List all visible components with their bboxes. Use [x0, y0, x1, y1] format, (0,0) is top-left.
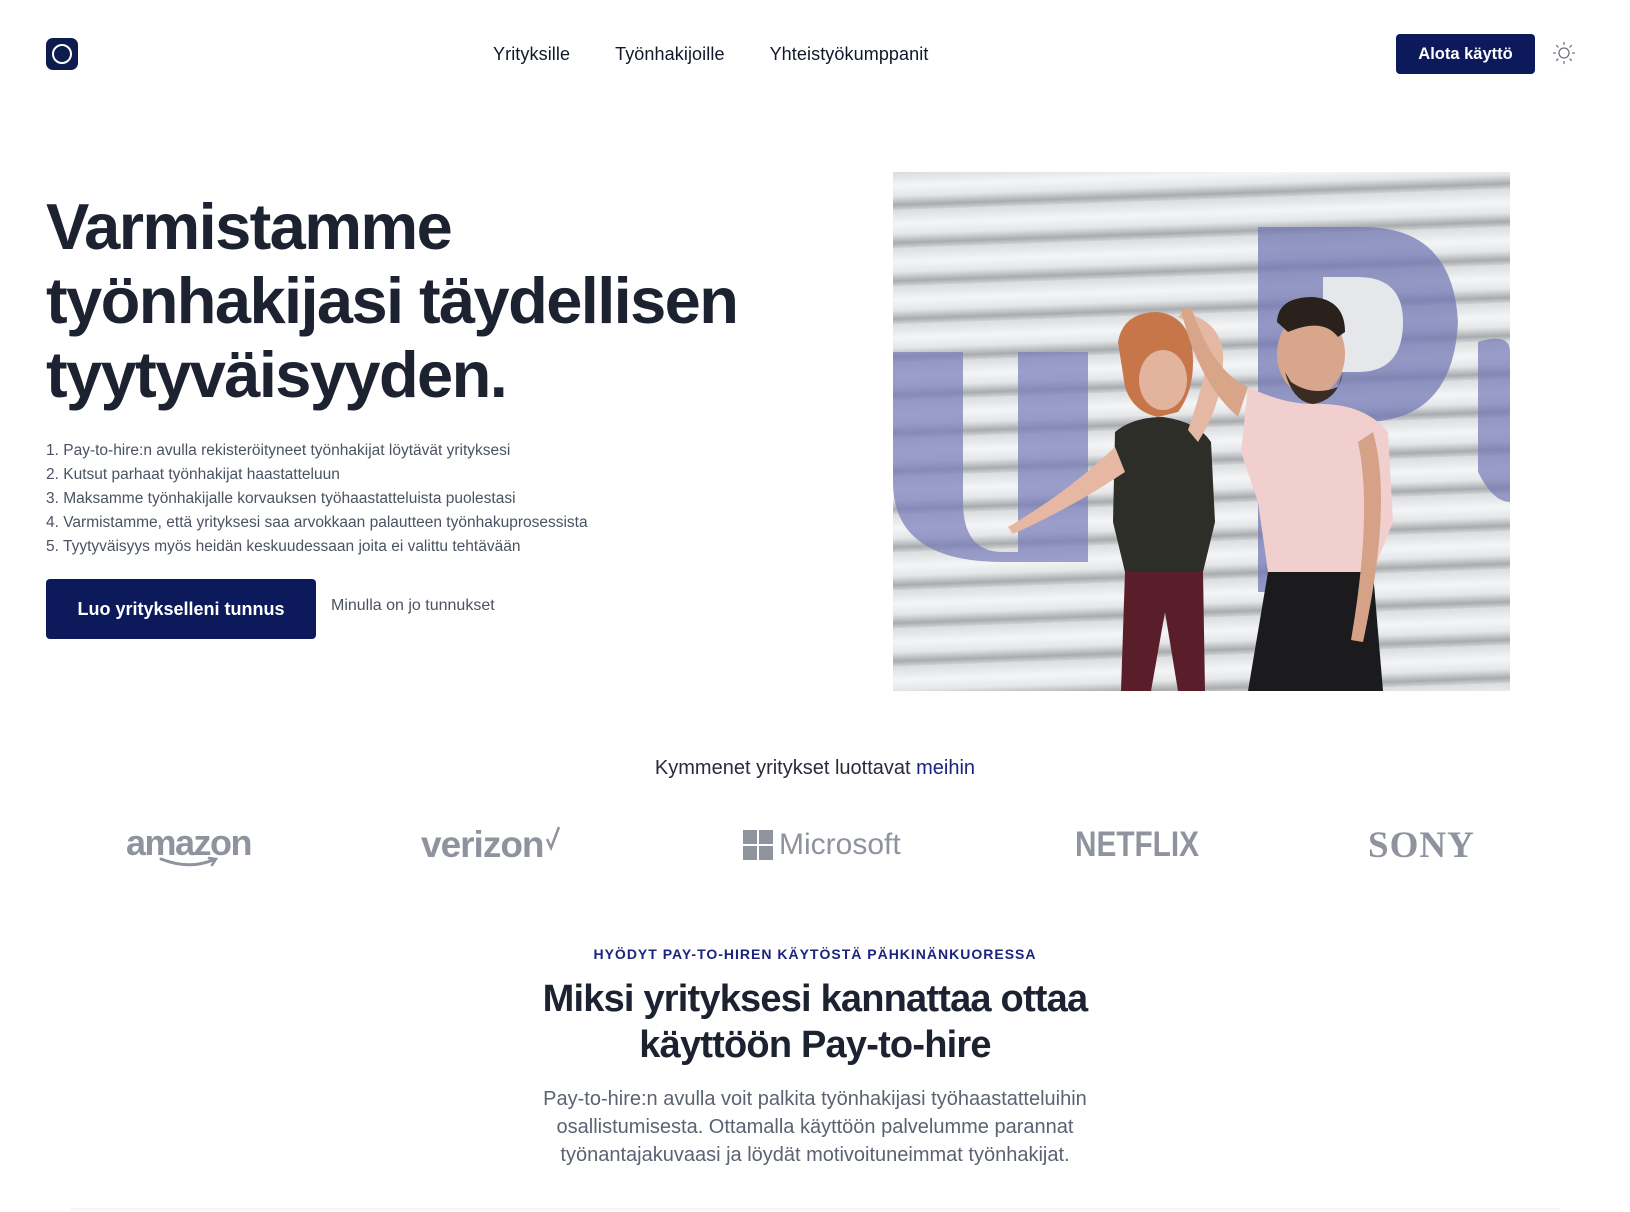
list-item: 1. Pay-to-hire:n avulla rekisteröityneet…	[46, 442, 511, 459]
create-account-button[interactable]: Luo yritykselleni tunnus	[46, 579, 316, 639]
login-link[interactable]: Minulla on jo tunnukset	[331, 597, 495, 615]
benefits-list: 1. Pay-to-hire:n avulla rekisteröityneet…	[46, 439, 588, 559]
customer-logos: amazon verizon Microsoft NETFLIX SONY	[0, 815, 1630, 875]
trust-accent: meihin	[916, 757, 976, 779]
amazon-logo: amazon	[126, 815, 253, 875]
sony-logo: SONY	[1368, 824, 1475, 866]
list-item: 2. Kutsut parhaat työnhakijat haastattel…	[46, 466, 340, 483]
section-eyebrow: HYÖDYT PAY-TO-HIREN KÄYTÖSTÄ PÄHKINÄNKUO…	[593, 946, 1037, 962]
main-nav: Yrityksille Työnhakijoille Yhteistyökump…	[493, 40, 928, 68]
start-using-button[interactable]: Alota käyttö	[1396, 34, 1535, 74]
nav-link-yhteistyokumppanit[interactable]: Yhteistyökumppanit	[770, 40, 929, 68]
nav-link-tyonhakijoille[interactable]: Työnhakijoille	[615, 40, 724, 68]
next-card-edge	[70, 1208, 1560, 1212]
verizon-logo: verizon	[421, 815, 561, 875]
trust-statement: Kymmenet yritykset luottavat meihin	[0, 757, 1630, 780]
netflix-logo: NETFLIX	[1075, 825, 1199, 864]
section-description: Pay-to-hire:n avulla voit palkita työnha…	[543, 1088, 1087, 1166]
checkmark-icon	[545, 826, 560, 852]
windows-grid-icon	[743, 830, 773, 860]
site-header: Yrityksille Työnhakijoille Yhteistyökump…	[0, 0, 1630, 108]
verizon-wordmark: verizon	[421, 824, 545, 865]
hero-photo	[893, 172, 1510, 691]
nav-link-yrityksille[interactable]: Yrityksille	[493, 40, 570, 68]
amazon-smile-icon	[159, 856, 218, 867]
sun-icon[interactable]	[1550, 39, 1578, 67]
wall-graphic	[893, 227, 1510, 691]
section-title: Miksi yrityksesi kannattaa ottaa käyttöö…	[542, 978, 1088, 1066]
list-item: 4. Varmistamme, että yrityksesi saa arvo…	[46, 514, 588, 531]
microsoft-wordmark: Microsoft	[779, 828, 901, 861]
list-item: 3. Maksamme työnhakijalle korvauksen työ…	[46, 490, 516, 507]
trust-text: Kymmenet yritykset luottavat	[654, 757, 911, 779]
list-item: 5. Tyytyväisyys myös heidän keskuudessaa…	[46, 538, 521, 555]
hero-title: Varmistamme työnhakijasi täydellisen tyy…	[46, 190, 739, 411]
microsoft-logo: Microsoft	[743, 815, 901, 875]
logo-ring	[52, 44, 72, 64]
ring-logo-icon[interactable]	[46, 38, 78, 70]
